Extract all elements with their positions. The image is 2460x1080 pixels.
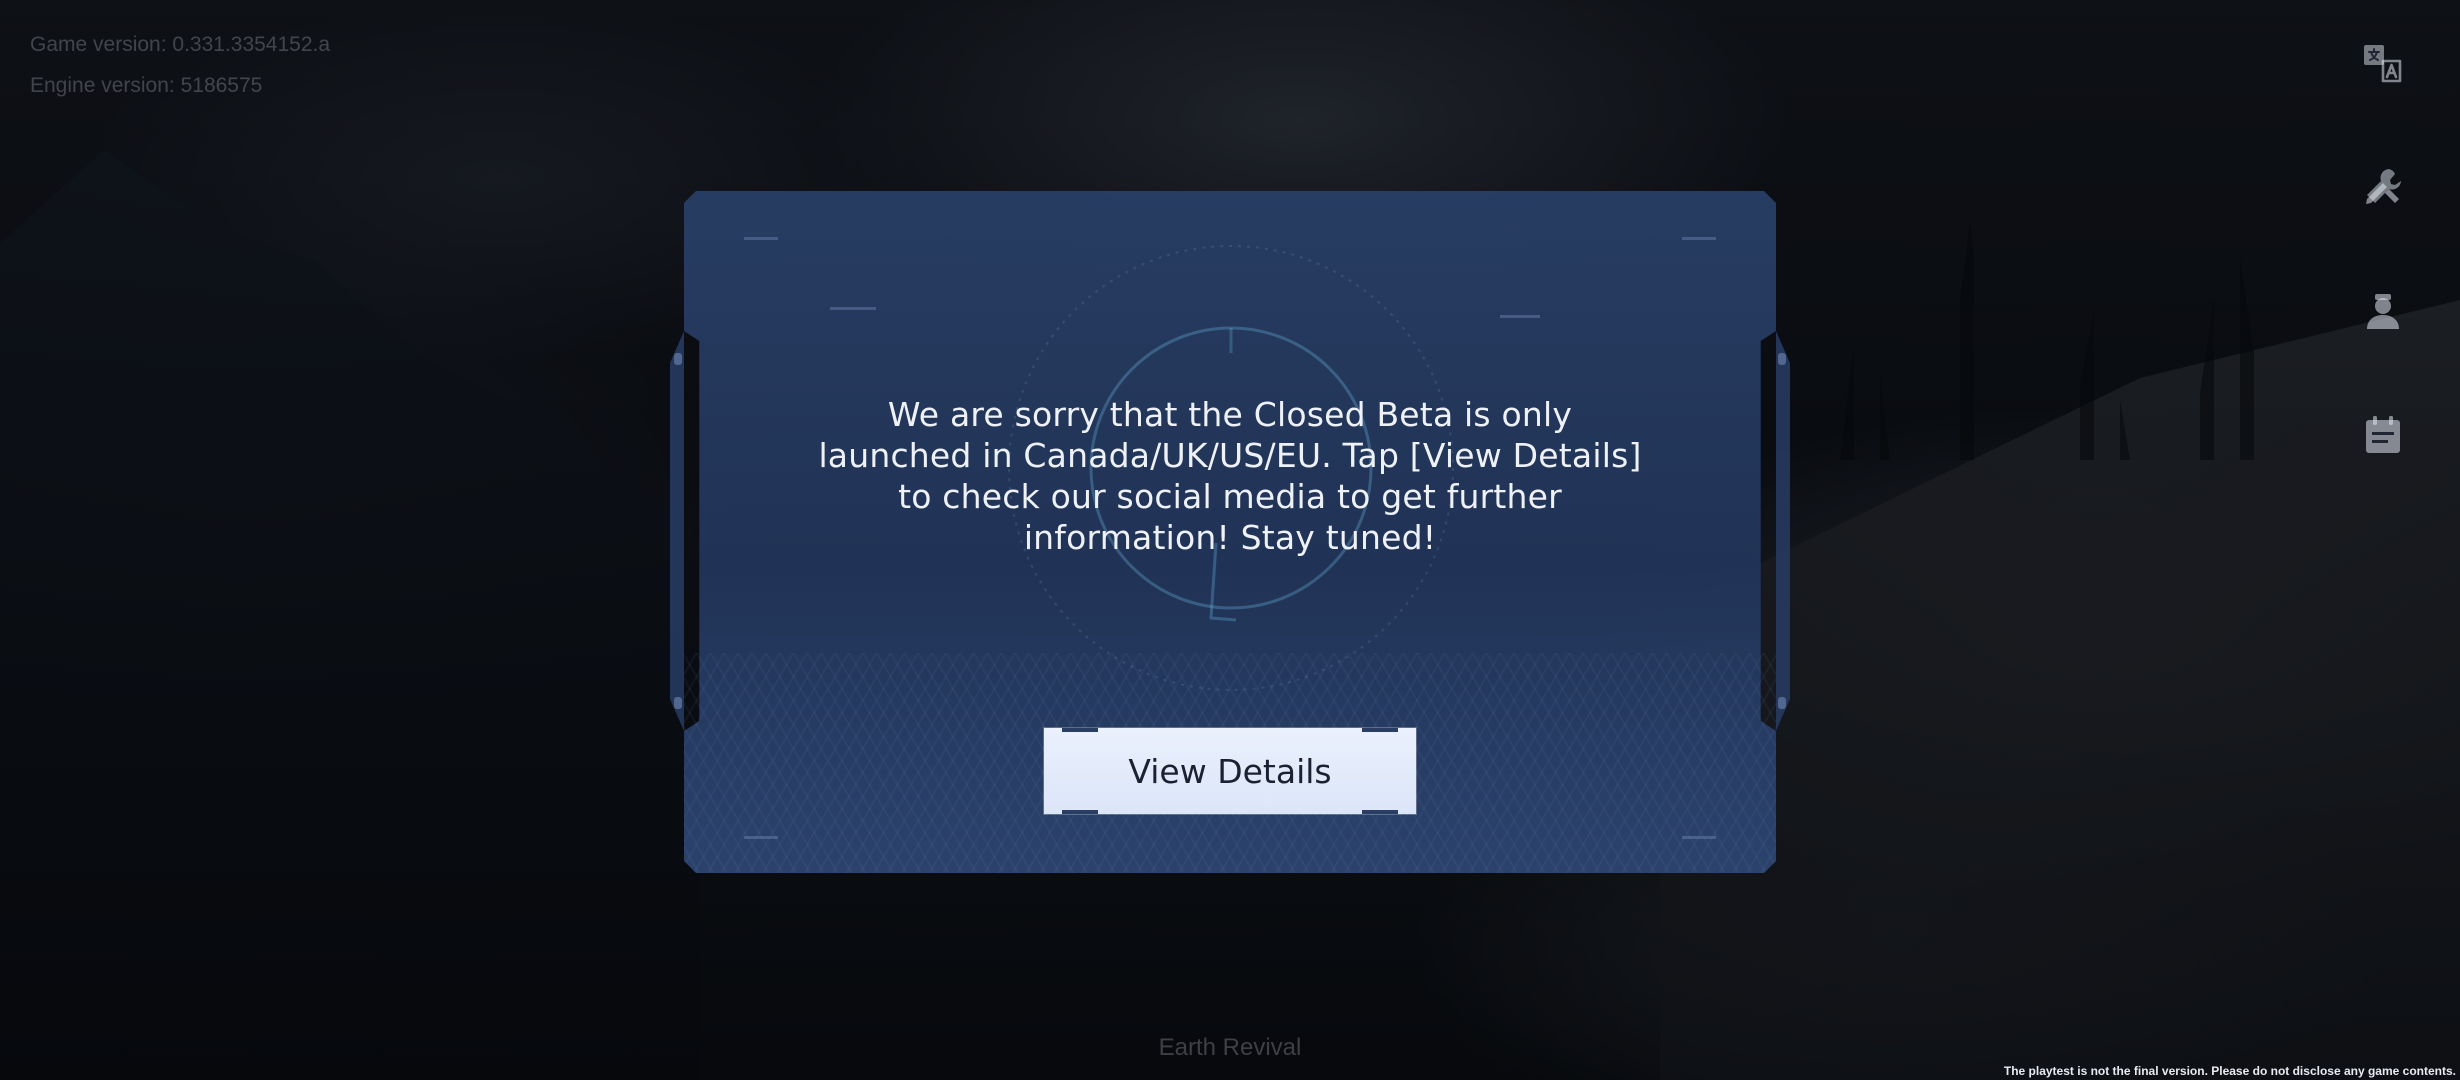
version-info: Game version: 0.331.3354152.a Engine ver…	[30, 24, 330, 106]
button-notch	[1362, 810, 1398, 814]
view-details-button[interactable]: View Details	[1044, 728, 1416, 814]
rail-dot	[1778, 697, 1786, 709]
dialog-hud-line	[830, 307, 876, 310]
engine-version-label: Engine version: 5186575	[30, 74, 263, 97]
dialog-corner-tick	[1682, 237, 1716, 240]
button-notch	[1362, 728, 1398, 732]
dialog-corner-tick	[744, 836, 778, 839]
rail-shape	[1776, 331, 1790, 731]
language-icon[interactable]	[2360, 40, 2406, 86]
tools-icon[interactable]	[2360, 164, 2406, 210]
rail-dot	[1778, 353, 1786, 365]
region-notice-dialog: We are sorry that the Closed Beta is onl…	[670, 191, 1790, 873]
dialog-hud-line	[1500, 315, 1540, 318]
dialog-left-rail	[664, 331, 684, 731]
button-notch	[1062, 728, 1098, 732]
playtest-disclaimer: The playtest is not the final version. P…	[2003, 1064, 2456, 1078]
game-version-label: Game version: 0.331.3354152.a	[30, 33, 331, 56]
dialog-corner-tick	[744, 237, 778, 240]
game-title-text: Earth Revival	[1158, 1034, 1302, 1061]
user-icon[interactable]	[2360, 288, 2406, 334]
rail-dot	[674, 697, 682, 709]
view-details-label: View Details	[1128, 751, 1332, 791]
button-notch	[1062, 810, 1098, 814]
rail-shape	[670, 331, 684, 731]
side-toolbar	[2360, 40, 2406, 536]
dialog-corner-tick	[1682, 836, 1716, 839]
game-screen: Game version: 0.331.3354152.a Engine ver…	[0, 0, 2460, 1080]
dialog-right-rail	[1776, 331, 1796, 731]
rail-dot	[674, 353, 682, 365]
dialog-message: We are sorry that the Closed Beta is onl…	[818, 395, 1642, 557]
notice-icon[interactable]	[2360, 412, 2406, 458]
